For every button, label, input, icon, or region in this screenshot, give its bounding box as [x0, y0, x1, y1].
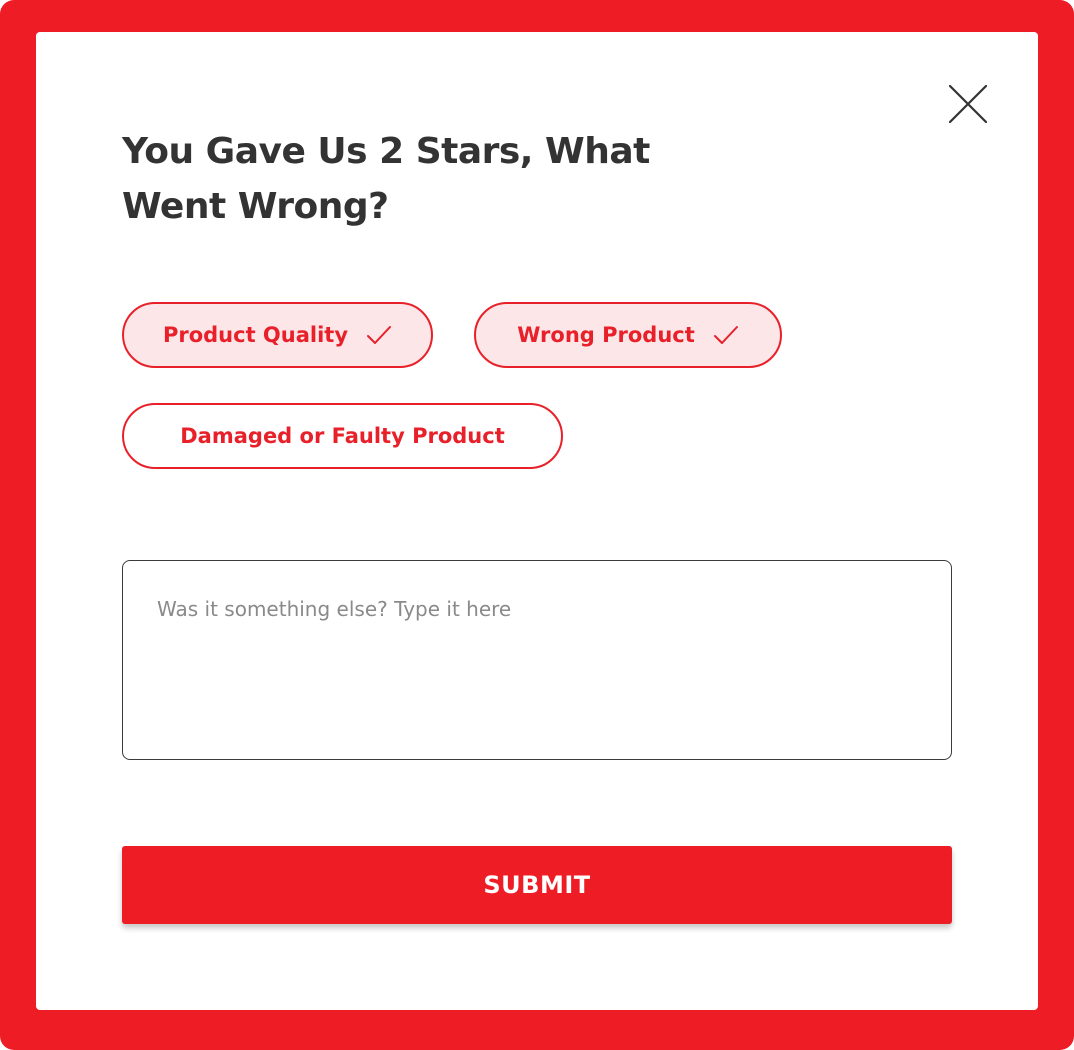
feedback-textarea[interactable]: Was it something else? Type it here	[122, 560, 952, 760]
feedback-placeholder: Was it something else? Type it here	[157, 597, 512, 621]
option-chip-product-quality[interactable]: Product Quality	[122, 302, 433, 368]
close-button[interactable]	[944, 80, 992, 128]
option-chip-label: Wrong Product	[517, 323, 695, 347]
modal-backdrop-frame: You Gave Us 2 Stars, What Went Wrong? Pr…	[0, 0, 1074, 1050]
option-chip-wrong-product[interactable]: Wrong Product	[474, 302, 782, 368]
option-chip-damaged-or-faulty[interactable]: Damaged or Faulty Product	[122, 403, 563, 469]
feedback-modal: You Gave Us 2 Stars, What Went Wrong? Pr…	[36, 32, 1038, 1010]
option-chip-label: Damaged or Faulty Product	[180, 424, 505, 448]
checkmark-icon	[713, 326, 738, 344]
submit-button-label: SUBMIT	[483, 871, 591, 899]
checkmark-icon	[367, 326, 392, 344]
submit-button[interactable]: SUBMIT	[122, 846, 952, 924]
modal-title: You Gave Us 2 Stars, What Went Wrong?	[122, 131, 650, 227]
option-chip-label: Product Quality	[162, 323, 349, 347]
close-icon	[948, 84, 988, 124]
